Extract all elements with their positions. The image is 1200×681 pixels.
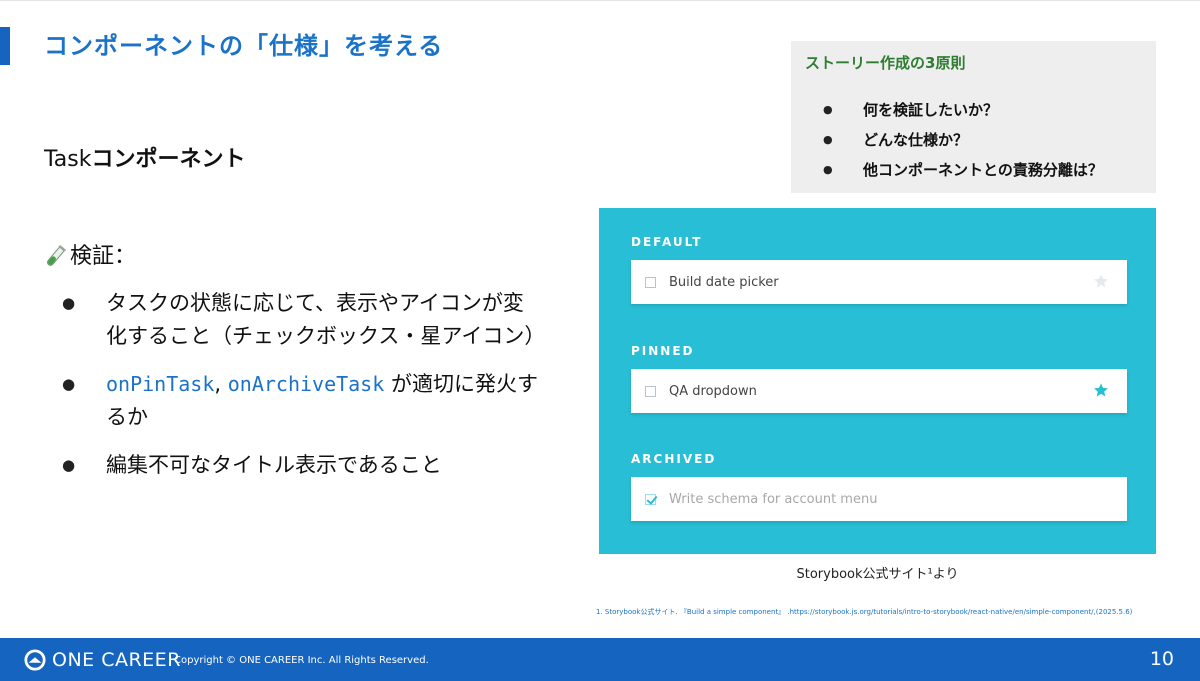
verify-heading-text: 検証：	[70, 244, 137, 269]
checkbox-checked-icon	[645, 493, 656, 505]
footer-bar: ONE CAREER Copyright © ONE CAREER Inc. A…	[0, 638, 1200, 681]
task-title: QA dropdown	[669, 383, 757, 399]
logo-text: ONE CAREER	[52, 649, 181, 671]
slide: コンポーネントの「仕様」を考える Taskコンポーネント 検証： タスクの状態に…	[0, 0, 1200, 681]
principles-box: ストーリー作成の3原則 何を検証したいか？ どんな仕様か？ 他コンポーネントとの…	[791, 41, 1156, 193]
company-logo: ONE CAREER	[24, 648, 181, 672]
principle-item: どんな仕様か？	[823, 125, 1103, 155]
task-card-pinned: QA dropdown	[631, 369, 1127, 413]
test-tube-icon	[44, 244, 66, 270]
page-number: 10	[1149, 648, 1174, 670]
state-label-default: DEFAULT	[631, 235, 703, 249]
image-caption: Storybook公式サイト¹より	[796, 567, 959, 582]
task-card-archived: Write schema for account menu	[631, 477, 1127, 521]
checkbox-unchecked-icon	[645, 385, 656, 397]
principles-title: ストーリー作成の3原則	[805, 54, 966, 72]
task-card-default: Build date picker	[631, 260, 1127, 304]
bullet-text: 編集不可なタイトル表示であること	[106, 453, 442, 477]
title-accent-bar	[0, 27, 10, 65]
code-on-pin-task: onPinTask	[106, 372, 215, 396]
state-label-pinned: PINNED	[631, 344, 695, 358]
bullet-item: タスクの状態に応じて、表示やアイコンが変化すること（チェックボックス・星アイコン…	[62, 287, 546, 353]
principle-item: 何を検証したいか？	[823, 95, 1103, 125]
principle-item: 他コンポーネントとの責務分離は？	[823, 155, 1103, 185]
task-title: Build date picker	[669, 274, 779, 290]
bullet-text: タスクの状態に応じて、表示やアイコンが変化すること（チェックボックス・星アイコン…	[106, 291, 546, 348]
filled-star-icon	[1094, 383, 1108, 397]
empty-star-icon	[1094, 274, 1108, 288]
state-label-archived: ARCHIVED	[631, 452, 717, 466]
copyright: Copyright © ONE CAREER Inc. All Rights R…	[174, 655, 429, 666]
footnote: 1. Storybook公式サイト. 『Build a simple compo…	[596, 608, 1133, 616]
slide-title: コンポーネントの「仕様」を考える	[44, 32, 444, 60]
component-heading-jp: コンポーネント	[91, 147, 246, 172]
bullet-item: onPinTask, onArchiveTask が適切に発火するか	[62, 368, 542, 434]
bullet-item: 編集不可なタイトル表示であること	[62, 449, 542, 482]
checkbox-unchecked-icon	[645, 276, 656, 288]
bullet-separator: ,	[214, 372, 228, 396]
verify-bullet-list: タスクの状態に応じて、表示やアイコンが変化すること（チェックボックス・星アイコン…	[62, 287, 546, 497]
storybook-task-demo: DEFAULT Build date picker PINNED QA drop…	[599, 208, 1156, 554]
code-on-archive-task: onArchiveTask	[227, 372, 385, 396]
component-heading: Taskコンポーネント	[44, 144, 246, 176]
component-heading-latin: Task	[44, 147, 92, 172]
task-title: Write schema for account menu	[669, 491, 878, 507]
verify-heading: 検証：	[44, 241, 136, 273]
one-career-logo-icon	[24, 649, 46, 671]
principles-list: 何を検証したいか？ どんな仕様か？ 他コンポーネントとの責務分離は？	[823, 95, 1103, 185]
